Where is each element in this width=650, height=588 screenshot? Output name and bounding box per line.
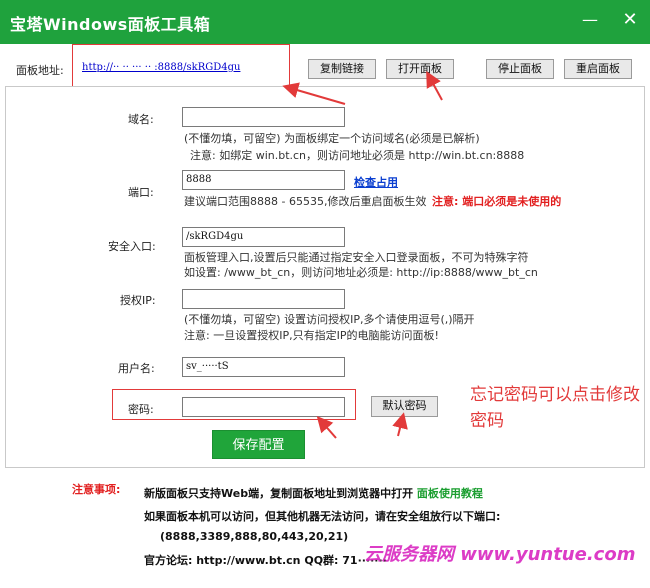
domain-hint: (不懂勿填，可留空) 为面板绑定一个访问域名(必须是已解析) — [184, 132, 480, 145]
port-input[interactable]: 8888 — [182, 170, 345, 190]
notes-line-1-text: 新版面板只支持Web端，复制面板地址到浏览器中打开 — [144, 487, 414, 500]
save-config-button[interactable]: 保存配置 — [212, 430, 305, 459]
password-input[interactable] — [182, 397, 345, 417]
domain-label: 域名: — [128, 113, 154, 126]
notes-line-2: 如果面板本机可以访问，但其他机器无法访问，请在安全组放行以下端口: — [144, 510, 501, 523]
domain-note: 注意: 如绑定 win.bt.cn，则访问地址必须是 http://win.bt… — [190, 149, 525, 162]
watermark: 云服务器网 www.yuntue.com — [364, 544, 636, 565]
annotation-text: 忘记密码可以点击修改密码 — [470, 385, 640, 431]
close-icon[interactable]: ✕ — [618, 10, 642, 30]
address-label: 面板地址: — [16, 64, 64, 77]
window-title: 宝塔Windows面板工具箱 — [10, 15, 211, 34]
tutorial-link[interactable]: 面板使用教程 — [417, 487, 483, 500]
entry-hint: 面板管理入口,设置后只能通过指定安全入口登录面板，不可为特殊字符 — [184, 251, 529, 264]
default-password-button[interactable]: 默认密码 — [371, 396, 438, 417]
auth-ip-input[interactable] — [182, 289, 345, 309]
notes-line-4: 官方论坛: http://www.bt.cn QQ群: 71······· — [144, 554, 387, 567]
notes-line-1: 新版面板只支持Web端，复制面板地址到浏览器中打开 面板使用教程 — [144, 485, 483, 501]
restart-panel-button[interactable]: 重启面板 — [564, 59, 632, 79]
username-input[interactable]: sv_·····tS — [182, 357, 345, 377]
notes-title: 注意事项: — [72, 483, 121, 496]
notes-line-3: (8888,3389,888,80,443,20,21) — [160, 530, 349, 543]
entry-label: 安全入口: — [108, 240, 156, 253]
entry-input[interactable]: /skRGD4gu — [182, 227, 345, 247]
domain-input[interactable] — [182, 107, 345, 127]
password-label: 密码: — [128, 403, 154, 416]
check-port-link[interactable]: 检查占用 — [354, 174, 398, 190]
stop-panel-button[interactable]: 停止面板 — [486, 59, 554, 79]
open-panel-button[interactable]: 打开面板 — [386, 59, 454, 79]
auth-ip-note: 注意: 一旦设置授权IP,只有指定IP的电脑能访问面板! — [184, 329, 439, 342]
port-label: 端口: — [128, 186, 154, 199]
username-label: 用户名: — [118, 362, 155, 375]
auth-ip-hint: (不懂勿填，可留空) 设置访问授权IP,多个请使用逗号(,)隔开 — [184, 313, 475, 326]
minimize-icon[interactable]: — — [578, 10, 602, 30]
port-warning: 注意: 端口必须是未使用的 — [432, 195, 562, 208]
port-hint: 建议端口范围8888 - 65535,修改后重启面板生效 — [184, 195, 427, 208]
entry-note: 如设置: /www_bt_cn，则访问地址必须是: http://ip:8888… — [184, 266, 538, 279]
panel-address-link[interactable]: http://·· ·· ··· ·· :8888/skRGD4gu — [82, 62, 240, 73]
title-bar: 宝塔Windows面板工具箱 — ✕ — [0, 0, 650, 44]
copy-link-button[interactable]: 复制链接 — [308, 59, 376, 79]
auth-ip-label: 授权IP: — [120, 294, 156, 307]
